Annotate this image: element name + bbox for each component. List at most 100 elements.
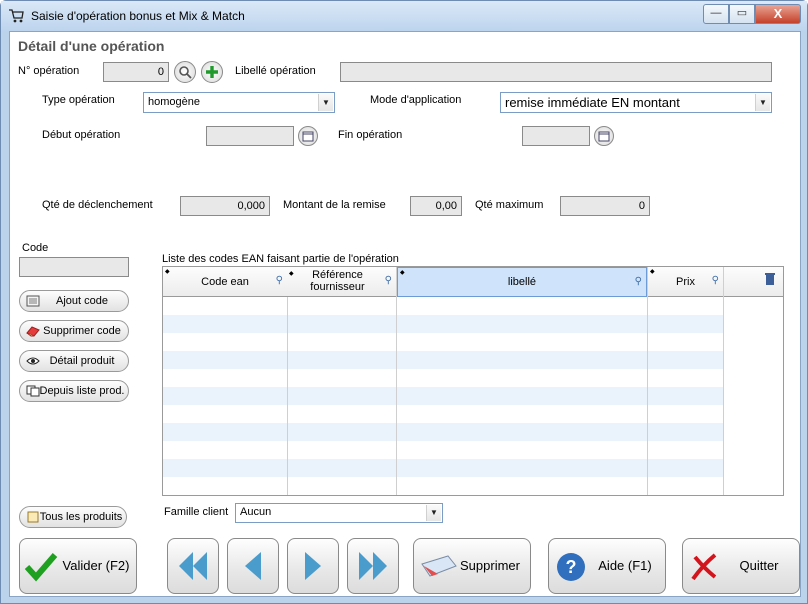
qte-declenchement-label: Qté de déclenchement	[42, 199, 153, 211]
table-row[interactable]	[163, 351, 723, 369]
delete-code-button[interactable]: Supprimer code	[19, 320, 129, 342]
calendar-debut-button[interactable]	[298, 126, 318, 146]
mode-label: Mode d'application	[370, 94, 462, 106]
calendar-icon	[302, 131, 314, 142]
montant-remise-field[interactable]: 0,00	[410, 196, 462, 216]
all-products-button[interactable]: Tous les produits	[19, 506, 127, 528]
table-row[interactable]	[163, 387, 723, 405]
right-arrow-icon	[305, 552, 321, 580]
title-bar[interactable]: Saisie d'opération bonus et Mix & Match …	[1, 1, 807, 31]
quit-label: Quitter	[739, 558, 779, 573]
product-detail-label: Détail produit	[49, 355, 115, 367]
first-record-button[interactable]	[167, 538, 219, 594]
eraser-icon	[26, 326, 40, 337]
list-add-icon	[26, 295, 40, 307]
window-title: Saisie d'opération bonus et Mix & Match	[31, 9, 245, 23]
trash-icon	[764, 273, 775, 285]
search-key-icon[interactable]: ⚲	[385, 275, 392, 287]
column-divider	[287, 267, 288, 495]
num-operation-label: N° opération	[18, 65, 80, 77]
column-header-code-ean[interactable]: ◆ Code ean ⚲	[163, 267, 287, 297]
window: Saisie d'opération bonus et Mix & Match …	[0, 0, 808, 604]
column-header-reference[interactable]: ◆ Référence fournisseur ⚲	[287, 267, 396, 297]
search-key-icon[interactable]: ⚲	[635, 276, 642, 287]
add-code-label: Ajout code	[56, 295, 108, 307]
sort-indicator-icon: ◆	[289, 271, 294, 277]
close-button[interactable]: X	[755, 4, 801, 24]
column-header-label: Code ean	[201, 276, 249, 288]
next-record-button[interactable]	[287, 538, 339, 594]
table-row[interactable]	[163, 315, 723, 333]
code-field[interactable]	[19, 257, 129, 277]
qte-declenchement-field[interactable]: 0,000	[180, 196, 270, 216]
table-row[interactable]	[163, 423, 723, 441]
search-operation-button[interactable]	[174, 61, 196, 83]
from-product-list-label: Depuis liste prod.	[39, 385, 125, 397]
validate-button[interactable]: Valider (F2)	[19, 538, 137, 594]
from-product-list-button[interactable]: Depuis liste prod.	[19, 380, 129, 402]
minimize-button[interactable]: —	[703, 4, 729, 24]
last-record-button[interactable]	[347, 538, 399, 594]
cart-icon	[9, 9, 24, 23]
debut-label: Début opération	[42, 129, 121, 141]
add-code-button[interactable]: Ajout code	[19, 290, 129, 312]
grid-caption: Liste des codes EAN faisant partie de l'…	[162, 253, 399, 265]
eraser-icon	[421, 555, 457, 577]
product-detail-button[interactable]: Détail produit	[19, 350, 129, 372]
quit-button[interactable]: Quitter	[682, 538, 800, 594]
sort-indicator-icon: ◆	[650, 269, 655, 275]
client-area: Détail d'une opération N° opération 0 Li…	[9, 31, 801, 597]
delete-code-label: Supprimer code	[43, 325, 121, 337]
validate-label: Valider (F2)	[62, 558, 130, 573]
column-header-label: Référence fournisseur	[310, 269, 365, 293]
chevron-down-icon: ▼	[318, 94, 333, 111]
qte-maximum-field[interactable]: 0	[560, 196, 650, 216]
double-right-arrow-icon	[359, 552, 387, 580]
column-header-label: libellé	[507, 276, 537, 288]
section-title: Détail d'une opération	[18, 38, 165, 54]
sort-indicator-icon: ◆	[165, 269, 170, 275]
column-divider	[723, 267, 724, 495]
calendar-fin-button[interactable]	[594, 126, 614, 146]
column-header-label: Prix	[676, 276, 695, 288]
previous-record-button[interactable]	[227, 538, 279, 594]
column-header-libelle[interactable]: ◆ libellé ⚲	[397, 267, 647, 297]
column-header-prix[interactable]: ◆ Prix ⚲	[648, 267, 723, 297]
search-key-icon[interactable]: ⚲	[712, 275, 719, 286]
chevron-down-icon: ▼	[755, 94, 770, 111]
column-header-delete[interactable]	[724, 267, 783, 297]
search-key-icon[interactable]: ⚲	[276, 275, 283, 286]
ean-grid[interactable]: ◆ Code ean ⚲ ◆ Référence fournisseur ⚲ ◆…	[162, 266, 784, 496]
mode-select[interactable]: remise immédiate EN montant ▼	[500, 92, 772, 113]
mode-value: remise immédiate EN montant	[505, 95, 680, 110]
type-label: Type opération	[42, 94, 115, 106]
column-divider	[647, 267, 648, 495]
add-operation-button[interactable]	[201, 61, 223, 83]
debut-field[interactable]	[206, 126, 294, 146]
maximize-button[interactable]: ▭	[729, 4, 755, 24]
help-button[interactable]: ? Aide (F1)	[548, 538, 666, 594]
type-value: homogène	[148, 96, 200, 108]
famille-value: Aucun	[240, 506, 272, 518]
delete-label: Supprimer	[460, 558, 520, 573]
famille-select[interactable]: Aucun ▼	[235, 503, 443, 523]
table-row[interactable]	[163, 459, 723, 477]
copy-icon	[26, 385, 40, 397]
left-arrow-icon	[245, 552, 261, 580]
all-products-label: Tous les produits	[39, 511, 123, 523]
num-operation-field[interactable]: 0	[103, 62, 169, 82]
calendar-icon	[598, 131, 610, 142]
folder-icon	[27, 511, 39, 523]
double-left-arrow-icon	[179, 552, 207, 580]
type-select[interactable]: homogène ▼	[143, 92, 335, 113]
magnifier-icon	[179, 66, 192, 79]
delete-button[interactable]: Supprimer	[413, 538, 531, 594]
eye-icon	[26, 357, 40, 365]
fin-field[interactable]	[522, 126, 590, 146]
help-label: Aide (F1)	[598, 558, 652, 573]
montant-remise-label: Montant de la remise	[283, 199, 386, 211]
help-icon: ?	[557, 553, 585, 581]
fin-label: Fin opération	[338, 129, 403, 141]
code-label: Code	[22, 242, 49, 254]
libelle-field[interactable]	[340, 62, 772, 82]
